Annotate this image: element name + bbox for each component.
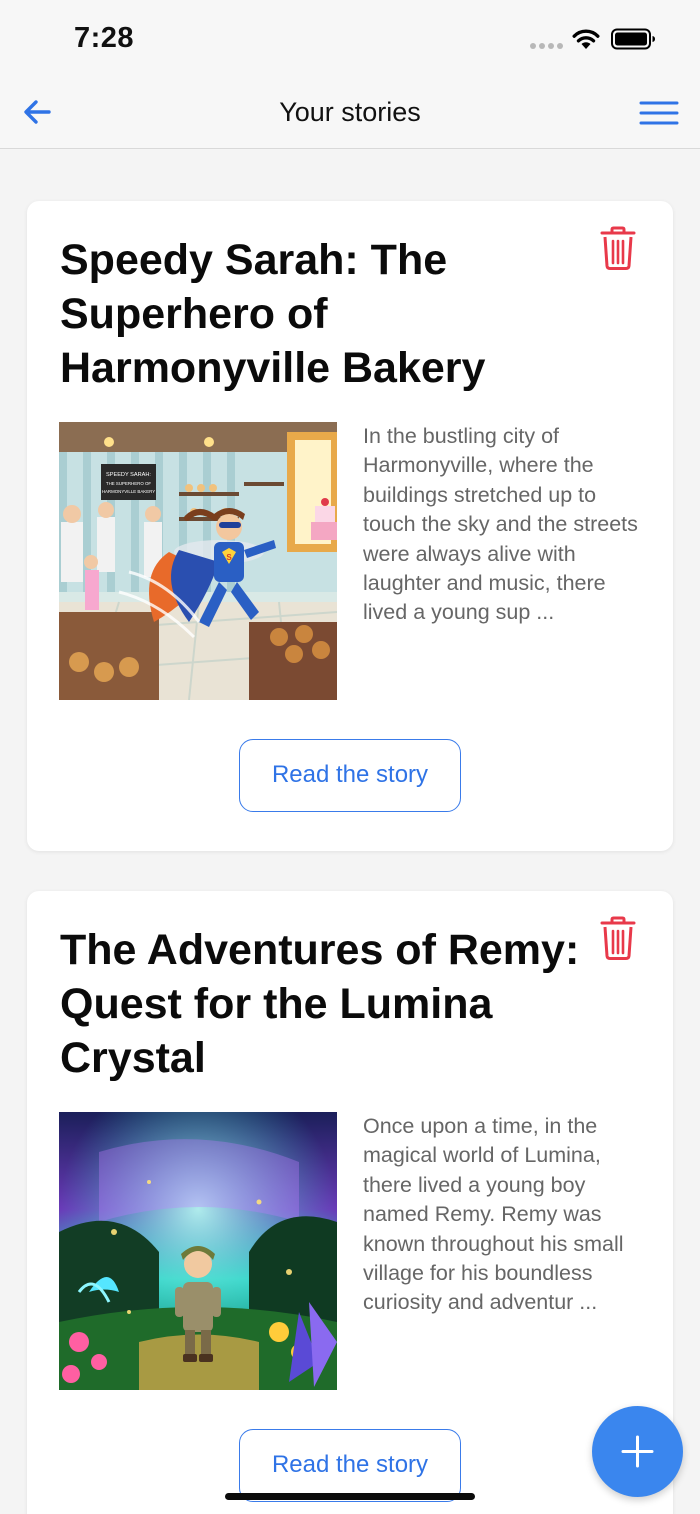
battery-icon	[611, 28, 655, 50]
page-title: Your stories	[279, 97, 421, 127]
svg-text:S: S	[226, 553, 232, 562]
story-excerpt: In the bustling city of Harmonyville, wh…	[363, 424, 638, 625]
trash-icon[interactable]	[598, 915, 638, 961]
story-excerpt: Once upon a time, in the magical world o…	[363, 1114, 624, 1315]
nav-bar: Your stories	[0, 78, 700, 149]
story-card: Speedy Sarah: The Superhero of Harmonyvi…	[27, 201, 673, 851]
wifi-icon	[572, 29, 600, 49]
read-story-button[interactable]: Read the story	[239, 739, 461, 812]
cellular-signal-icon	[530, 43, 563, 49]
story-title: Speedy Sarah: The Superhero of Harmonyvi…	[60, 236, 486, 392]
plus-icon	[621, 1435, 654, 1468]
home-indicator[interactable]	[225, 1493, 475, 1500]
bakery-sign-line-1: SPEEDY SARAH:	[106, 472, 151, 478]
add-story-button[interactable]	[592, 1406, 683, 1497]
bakery-sign-line-2: THE SUPERHERO OF	[106, 481, 151, 486]
story-illustration-bakery: SPEEDY SARAH: THE SUPERHERO OF HARMONYVI…	[59, 422, 337, 700]
story-illustration-forest	[59, 1112, 337, 1390]
status-time: 7:28	[74, 22, 135, 54]
story-title: The Adventures of Remy: Quest for the Lu…	[60, 926, 580, 1082]
story-card: The Adventures of Remy: Quest for the Lu…	[27, 891, 673, 1514]
stories-list: Speedy Sarah: The Superhero of Harmonyvi…	[0, 150, 700, 1514]
hamburger-menu-icon[interactable]	[638, 98, 680, 128]
trash-icon[interactable]	[598, 225, 638, 271]
read-story-button[interactable]: Read the story	[239, 1429, 461, 1502]
bakery-sign-line-3: HARMONYVILLE BAKERY	[102, 489, 155, 494]
status-bar: 7:28	[0, 0, 700, 78]
